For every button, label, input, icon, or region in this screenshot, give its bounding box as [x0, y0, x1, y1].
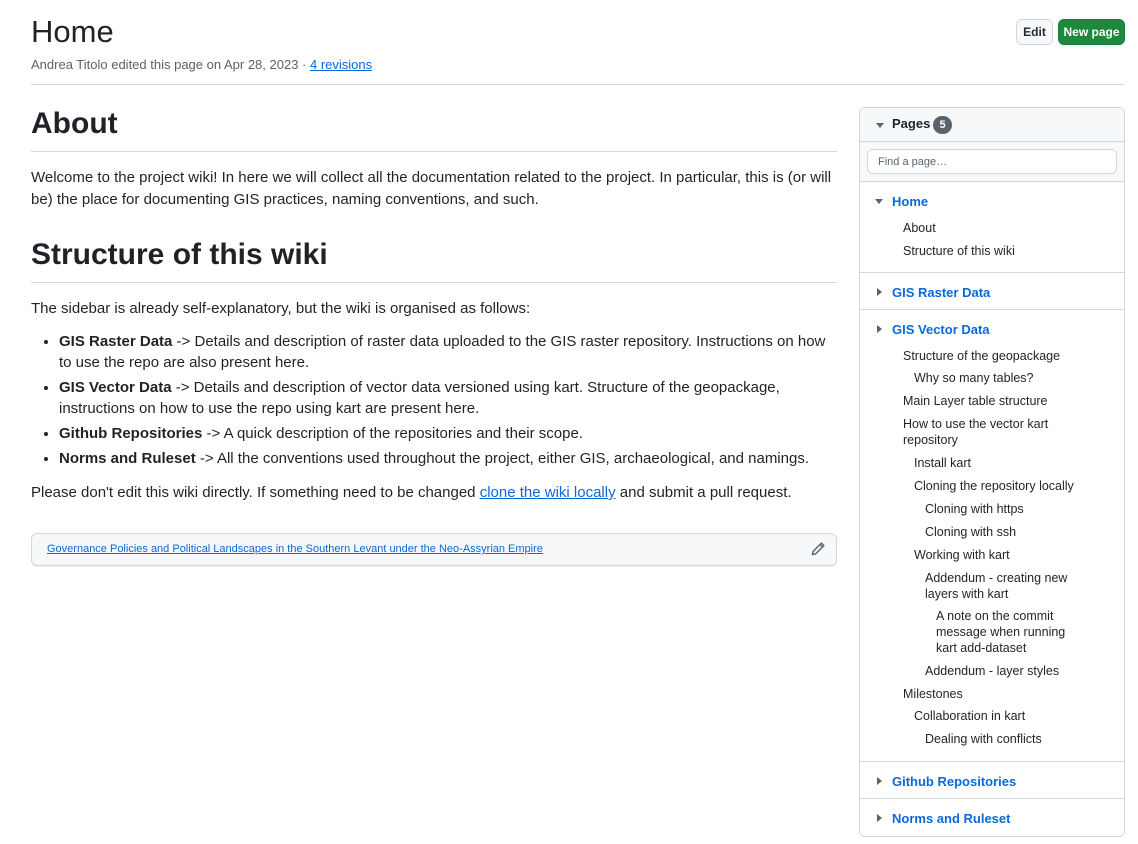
list-item: Github Repositories -> A quick descripti…: [59, 423, 837, 444]
sidebar-item-milestones[interactable]: Milestones: [903, 686, 963, 702]
list-item: GIS Vector Data -> Details and descripti…: [59, 377, 837, 419]
sidebar-item-github[interactable]: Github Repositories: [892, 774, 1016, 789]
caret-right-icon[interactable]: [877, 777, 882, 785]
list-item-title: GIS Raster Data: [59, 333, 173, 350]
revisions-link[interactable]: 4 revisions: [310, 57, 372, 72]
page-header: Home Andrea Titolo edited this page on A…: [31, 14, 1125, 74]
sidebar-section-vector: GIS Vector Data Structure of the geopack…: [860, 310, 1124, 762]
list-item-title: Github Repositories: [59, 425, 203, 442]
edit-info: Andrea Titolo edited this page on Apr 28…: [31, 57, 310, 72]
pages-header[interactable]: Pages 5: [860, 108, 1124, 142]
footer-link[interactable]: Governance Policies and Political Landsc…: [47, 543, 543, 555]
structure-intro: The sidebar is already self-explanatory,…: [31, 300, 531, 317]
sidebar-item-install[interactable]: Install kart: [914, 455, 971, 471]
sidebar-item-about[interactable]: About: [903, 220, 936, 236]
pages-sidebar: Pages 5 Home About Structure of this wik…: [859, 107, 1125, 837]
sidebar-section-raster: GIS Raster Data: [860, 273, 1124, 310]
sidebar-item-addendum-layers[interactable]: Addendum - creating new layers with kart: [925, 570, 1095, 602]
sidebar-item-ssh[interactable]: Cloning with ssh: [925, 524, 1016, 540]
page-meta: Andrea Titolo edited this page on Apr 28…: [31, 56, 1125, 74]
caret-down-icon: [876, 123, 884, 128]
sidebar-item-main-layer[interactable]: Main Layer table structure: [903, 393, 1048, 409]
caret-right-icon[interactable]: [877, 814, 882, 822]
clone-wiki-link[interactable]: clone the wiki locally: [480, 484, 616, 501]
sidebar-section-home: Home About Structure of this wiki: [860, 182, 1124, 273]
list-item-title: Norms and Ruleset: [59, 450, 196, 467]
sidebar-item-tables[interactable]: Why so many tables?: [914, 370, 1034, 386]
sidebar-section-github: Github Repositories: [860, 762, 1124, 799]
list-item: GIS Raster Data -> Details and descripti…: [59, 331, 837, 373]
sidebar-item-commit-note[interactable]: A note on the commit message when runnin…: [936, 608, 1086, 656]
sidebar-item-collaboration[interactable]: Collaboration in kart: [914, 708, 1025, 724]
sidebar-section-norms: Norms and Ruleset: [860, 799, 1124, 836]
pages-count-badge: 5: [933, 116, 952, 134]
sidebar-item-how-to-use[interactable]: How to use the vector kart repository: [903, 416, 1078, 448]
page-filter: [860, 142, 1124, 182]
pages-title: Pages: [892, 116, 931, 131]
page-title: Home: [31, 14, 114, 49]
list-item-text: -> A quick description of the repositori…: [202, 425, 583, 442]
list-item-title: GIS Vector Data: [59, 379, 172, 396]
wiki-content: About Welcome to the project wiki! In he…: [31, 104, 837, 504]
sidebar-item-raster[interactable]: GIS Raster Data: [892, 285, 990, 300]
sidebar-item-cloning[interactable]: Cloning the repository locally: [914, 478, 1074, 494]
sidebar-item-https[interactable]: Cloning with https: [925, 501, 1024, 517]
edit-button[interactable]: Edit: [1016, 19, 1053, 45]
caret-right-icon[interactable]: [877, 325, 882, 333]
closing-text-after: and submit a pull request.: [615, 484, 792, 501]
list-item-text: -> All the conventions used throughout t…: [195, 450, 809, 467]
structure-heading: Structure of this wiki: [31, 235, 837, 283]
header-actions: Edit New page: [1016, 19, 1125, 45]
caret-down-icon[interactable]: [875, 199, 883, 204]
wiki-footer: Governance Policies and Political Landsc…: [31, 533, 837, 566]
closing-text-before: Please don't edit this wiki directly. If…: [31, 484, 480, 501]
caret-right-icon[interactable]: [877, 288, 882, 296]
sidebar-item-geopackage[interactable]: Structure of the geopackage: [903, 348, 1060, 364]
closing-paragraph: Please don't edit this wiki directly. If…: [31, 482, 837, 504]
sidebar-item-home[interactable]: Home: [892, 194, 928, 209]
new-page-button[interactable]: New page: [1058, 19, 1125, 45]
sidebar-item-structure[interactable]: Structure of this wiki: [903, 243, 1015, 259]
sidebar-item-vector[interactable]: GIS Vector Data: [892, 322, 990, 337]
structure-list: GIS Raster Data -> Details and descripti…: [31, 331, 837, 469]
header-divider: [31, 84, 1125, 85]
pencil-icon[interactable]: [810, 541, 826, 557]
list-item: Norms and Ruleset -> All the conventions…: [59, 448, 837, 469]
sidebar-item-norms[interactable]: Norms and Ruleset: [892, 811, 1010, 826]
sidebar-item-working[interactable]: Working with kart: [914, 547, 1010, 563]
about-paragraph: Welcome to the project wiki! In here we …: [31, 169, 832, 208]
sidebar-item-layer-styles[interactable]: Addendum - layer styles: [925, 663, 1059, 679]
list-item-text: -> Details and description of raster dat…: [59, 333, 826, 371]
about-heading: About: [31, 104, 837, 152]
sidebar-item-conflicts[interactable]: Dealing with conflicts: [925, 731, 1042, 747]
find-page-input[interactable]: [867, 149, 1117, 174]
